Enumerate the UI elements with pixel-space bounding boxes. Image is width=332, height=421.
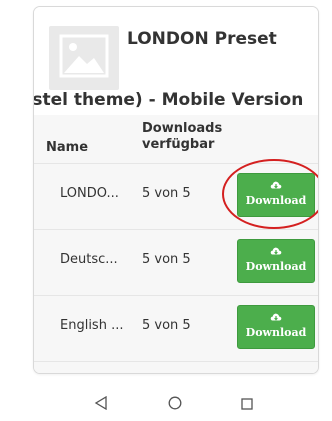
file-name: English ...: [60, 318, 124, 333]
table-row: LONDO... 5 von 5 Download: [34, 159, 318, 230]
table-row: Deutsc... 5 von 5 Download: [34, 229, 318, 296]
downloads-table: Name Downloads verfügbar LONDO... 5 von …: [34, 115, 318, 373]
column-header-downloads-line1: Downloads: [142, 121, 223, 136]
product-title: LONDON Preset: [127, 29, 277, 49]
cloud-download-icon: [270, 181, 282, 189]
download-button-label: Download: [245, 194, 307, 207]
download-button[interactable]: Download: [237, 239, 315, 283]
cloud-download-icon: [270, 247, 282, 255]
product-card: LONDON Preset (pastel theme) - Mobile Ve…: [33, 6, 319, 374]
downloads-available: 5 von 5: [142, 318, 191, 333]
product-header: LONDON Preset (pastel theme) - Mobile Ve…: [34, 7, 318, 115]
home-circle-icon[interactable]: [168, 396, 182, 410]
cloud-download-icon: [270, 313, 282, 321]
back-triangle-icon[interactable]: [94, 396, 108, 410]
download-button-label: Download: [245, 260, 307, 273]
download-button[interactable]: Download: [237, 305, 315, 349]
column-header-downloads-line2: verfügbar: [142, 137, 215, 152]
recents-square-icon[interactable]: [241, 398, 253, 410]
android-nav-bar: [0, 388, 332, 421]
downloads-available: 5 von 5: [142, 186, 191, 201]
download-button[interactable]: Download: [237, 173, 315, 217]
downloads-available: 5 von 5: [142, 252, 191, 267]
image-placeholder-icon: [49, 26, 119, 90]
product-subtitle: (pastel theme) - Mobile Version: [33, 90, 304, 110]
file-name: LONDO...: [60, 186, 119, 201]
download-button-label: Download: [245, 326, 307, 339]
column-header-name: Name: [46, 140, 89, 155]
table-row: English ... 5 von 5 Download: [34, 295, 318, 362]
column-header-downloads: Downloads verfügbar: [142, 121, 242, 153]
file-name: Deutsc...: [60, 252, 118, 267]
table-header: Name Downloads verfügbar: [34, 115, 318, 164]
